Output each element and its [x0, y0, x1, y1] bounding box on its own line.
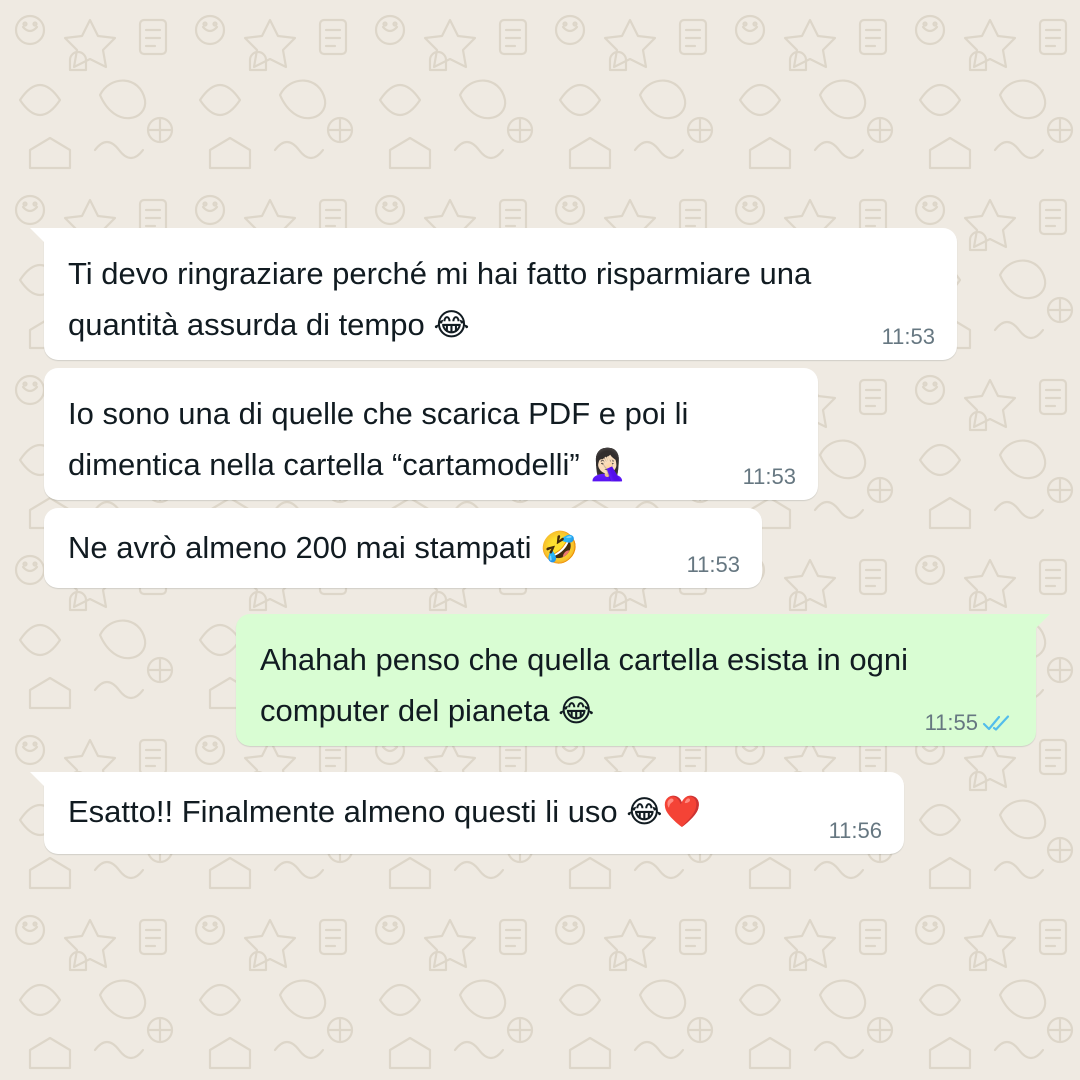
- message-bubble-incoming[interactable]: Ne avrò almeno 200 mai stampati 🤣 11:53: [44, 508, 762, 588]
- message-meta: 11:53: [743, 464, 796, 490]
- conversation: Ti devo ringraziare perché mi hai fatto …: [0, 0, 1080, 1080]
- message-text: Ahahah penso che quella cartella esista …: [260, 642, 909, 728]
- message-text: Esatto!! Finalmente almeno questi li uso…: [68, 794, 702, 829]
- double-check-read-icon: [982, 715, 1010, 731]
- message-meta: 11:53: [882, 324, 935, 350]
- message-time: 11:56: [828, 818, 882, 843]
- message-meta: 11:53: [687, 552, 740, 578]
- message-time: 11:53: [881, 324, 935, 349]
- message-meta: 11:55: [925, 710, 1014, 736]
- message-bubble-incoming[interactable]: Ti devo ringraziare perché mi hai fatto …: [30, 228, 957, 360]
- message-time: 11:53: [742, 464, 796, 489]
- message-bubble-outgoing[interactable]: Ahahah penso che quella cartella esista …: [236, 614, 1050, 746]
- bubble-tail: [1032, 614, 1050, 632]
- message-bubble-incoming[interactable]: Io sono una di quelle che scarica PDF e …: [44, 368, 818, 500]
- message-time: 11:53: [686, 552, 740, 577]
- message-meta: 11:56: [829, 818, 882, 844]
- message-text: Ne avrò almeno 200 mai stampati 🤣: [68, 530, 579, 565]
- message-text: Ti devo ringraziare perché mi hai fatto …: [68, 256, 812, 342]
- bubble-tail: [30, 772, 48, 790]
- message-time: 11:55: [924, 710, 978, 735]
- bubble-tail: [30, 228, 48, 246]
- message-bubble-incoming[interactable]: Esatto!! Finalmente almeno questi li uso…: [30, 772, 904, 854]
- message-text: Io sono una di quelle che scarica PDF e …: [68, 396, 689, 482]
